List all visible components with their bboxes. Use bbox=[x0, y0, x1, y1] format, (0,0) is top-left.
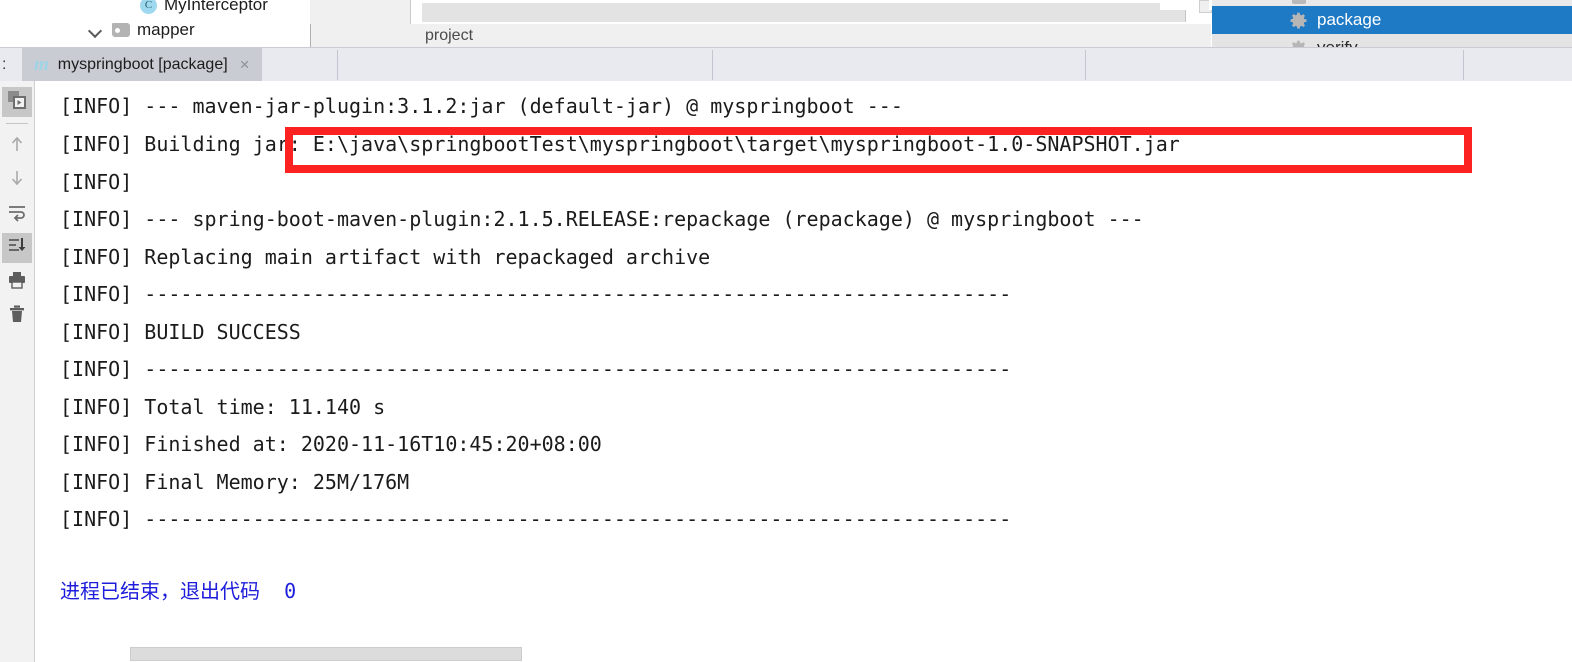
soft-wrap-icon bbox=[7, 202, 27, 227]
console-line: [INFO] ---------------------------------… bbox=[60, 507, 1012, 531]
print-icon bbox=[7, 270, 27, 295]
console-gutter-toolbar bbox=[0, 81, 35, 662]
console-line: [INFO] Final Memory: 25M/176M bbox=[60, 470, 410, 494]
tabbar-divider bbox=[712, 50, 713, 80]
scroll-up-button[interactable] bbox=[2, 131, 32, 161]
maven-build-console[interactable]: [INFO] --- maven-jar-plugin:3.1.2:jar (d… bbox=[35, 81, 1572, 662]
java-class-icon: C bbox=[140, 0, 157, 14]
tab-label: myspringboot [package] bbox=[57, 55, 228, 73]
trash-icon bbox=[7, 304, 27, 329]
console-line: [INFO] bbox=[60, 170, 133, 194]
maven-goal-label: package bbox=[1317, 10, 1382, 29]
delete-button[interactable] bbox=[2, 301, 32, 331]
console-line: [INFO] BUILD SUCCESS bbox=[60, 320, 301, 344]
rerun-icon bbox=[7, 90, 27, 115]
print-button[interactable] bbox=[2, 267, 32, 297]
console-line: [INFO] ---------------------------------… bbox=[60, 357, 1012, 381]
scroll-down-button[interactable] bbox=[2, 165, 32, 195]
scrollbar-thumb[interactable] bbox=[130, 647, 522, 661]
rerun-button[interactable] bbox=[2, 87, 32, 117]
console-line: [INFO] ---------------------------------… bbox=[60, 282, 1012, 306]
arrow-up-icon bbox=[7, 134, 27, 159]
tree-item-myinterceptor[interactable]: C MyInterceptor bbox=[140, 0, 268, 16]
editor-panel-left-stub bbox=[310, 0, 411, 25]
console-horizontal-scrollbar[interactable] bbox=[70, 647, 1572, 662]
run-toolwindow-tabbar: : m myspringboot [package] × bbox=[0, 47, 1572, 82]
chevron-down-icon[interactable] bbox=[88, 22, 104, 38]
console-line: [INFO] --- maven-jar-plugin:3.1.2:jar (d… bbox=[60, 94, 903, 118]
tab-myspringboot-package[interactable]: m myspringboot [package] × bbox=[22, 48, 262, 81]
console-line: [INFO] Total time: 11.140 s bbox=[60, 395, 386, 419]
gear-icon bbox=[1290, 12, 1307, 29]
tabbar-divider bbox=[1085, 50, 1086, 80]
tabbar-prefix: : bbox=[2, 56, 7, 73]
toolbar-divider bbox=[6, 123, 28, 124]
tree-item-mapper[interactable]: mapper bbox=[88, 19, 195, 41]
maven-goal-package[interactable]: package bbox=[1212, 6, 1572, 34]
soft-wrap-button[interactable] bbox=[2, 199, 32, 229]
project-tree-panel: C MyInterceptor mapper bbox=[0, 0, 308, 46]
scroll-to-end-icon bbox=[7, 236, 27, 261]
arrow-down-icon bbox=[7, 168, 27, 193]
process-exit-message: 进程已结束，退出代码 0 bbox=[60, 579, 297, 603]
editor-panel-inner-bar bbox=[422, 3, 1186, 22]
maven-icon: m bbox=[34, 53, 49, 75]
tree-item-label: MyInterceptor bbox=[164, 0, 268, 14]
scroll-to-end-button[interactable] bbox=[2, 233, 32, 263]
console-line: [INFO] Finished at: 2020-11-16T10:45:20+… bbox=[60, 432, 602, 456]
console-line: [INFO] Replacing main artifact with repa… bbox=[60, 245, 711, 269]
tabbar-divider bbox=[337, 50, 338, 80]
close-icon[interactable]: × bbox=[240, 55, 250, 75]
tree-item-label: mapper bbox=[137, 20, 195, 39]
console-line: [INFO] Building jar: E:\java\springbootT… bbox=[60, 132, 1180, 156]
folder-icon bbox=[112, 23, 130, 37]
console-line: [INFO] --- spring-boot-maven-plugin:2.1.… bbox=[60, 207, 1144, 231]
tabbar-divider bbox=[1463, 50, 1464, 80]
editor-panel-right-stub bbox=[411, 0, 1209, 24]
project-label: project bbox=[425, 27, 474, 44]
